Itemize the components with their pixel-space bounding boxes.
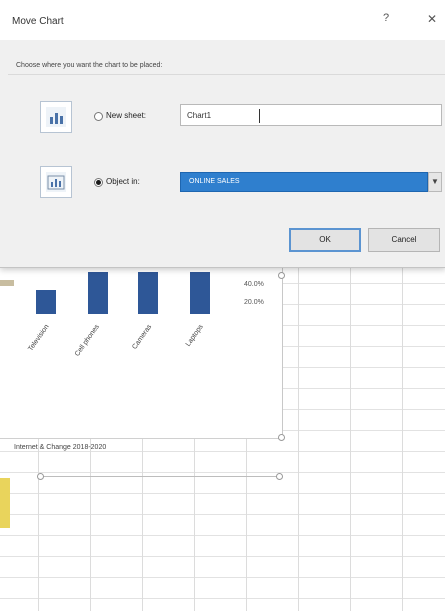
chevron-down-icon[interactable]: ▼ <box>428 172 442 192</box>
move-chart-dialog: Move Chart ? ✕ Choose where you want the… <box>0 0 445 268</box>
category-label: Cell phones <box>73 323 101 358</box>
second-chart[interactable]: Internet & Change 2018-2020 <box>0 440 283 480</box>
category-label: Cameras <box>130 323 153 351</box>
axis-tick-label: 20.0% <box>244 299 264 306</box>
new-sheet-radio[interactable] <box>94 112 103 121</box>
category-label: Laptops <box>184 323 205 348</box>
help-button[interactable]: ? <box>378 12 394 30</box>
axis-tick-label: 40.0% <box>244 281 264 288</box>
object-in-dropdown[interactable]: ONLINE SALES <box>180 172 428 192</box>
object-in-chart-icon <box>40 166 72 198</box>
chart-bar[interactable] <box>190 272 210 314</box>
object-in-selected-value: ONLINE SALES <box>189 178 240 185</box>
chart-bar[interactable] <box>36 290 56 314</box>
chart-resize-handle[interactable] <box>278 272 285 279</box>
category-label: Television <box>27 323 51 353</box>
group-divider <box>8 74 445 75</box>
chart-title: Internet & Change 2018-2020 <box>14 444 107 451</box>
new-sheet-label[interactable]: New sheet: <box>106 111 146 120</box>
new-sheet-name-input[interactable] <box>180 104 442 126</box>
dialog-titlebar[interactable]: Move Chart ? ✕ <box>0 0 445 40</box>
chart-border <box>40 476 280 477</box>
bar-chart[interactable]: 60.0% 40.0% 20.0% Television Cell phones… <box>0 248 285 441</box>
object-in-label[interactable]: Object in: <box>106 177 140 186</box>
object-in-radio[interactable] <box>94 178 103 187</box>
chart-resize-handle[interactable] <box>37 473 44 480</box>
chart-bar[interactable] <box>138 272 158 314</box>
instruction-text: Choose where you want the chart to be pl… <box>16 62 163 69</box>
chart-resize-handle[interactable] <box>276 473 283 480</box>
chart-bar[interactable] <box>88 272 108 314</box>
new-sheet-chart-icon <box>40 101 72 133</box>
dialog-title: Move Chart <box>12 16 64 27</box>
text-cursor <box>259 109 260 123</box>
ok-button[interactable]: OK <box>289 228 361 252</box>
chart-line-fragment <box>0 280 14 286</box>
cancel-button[interactable]: Cancel <box>368 228 440 252</box>
close-button[interactable]: ✕ <box>423 12 441 30</box>
chart-fragment <box>0 478 10 528</box>
